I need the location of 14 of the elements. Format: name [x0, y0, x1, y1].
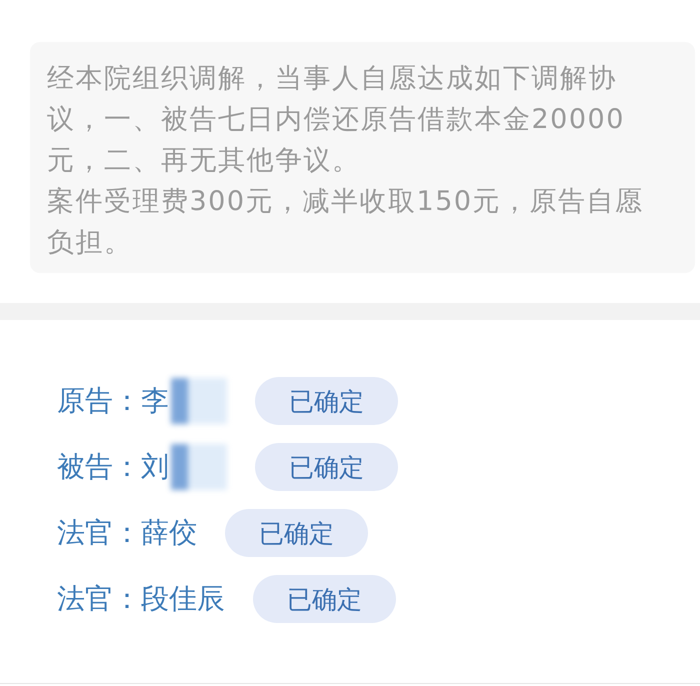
- party-name: 段佳辰: [141, 581, 225, 617]
- mediation-paragraph: 案件受理费300元，减半收取150元，原告自愿负担。: [47, 185, 645, 260]
- party-name: 薛佼: [141, 515, 197, 551]
- status-badge: 已确定: [255, 443, 398, 491]
- party-name: 李: [141, 383, 169, 419]
- status-badge: 已确定: [225, 509, 368, 557]
- party-role: 法官：: [57, 581, 141, 617]
- party-role: 原告：: [57, 383, 141, 419]
- party-role: 法官：: [57, 515, 141, 551]
- mediation-paragraph: 经本院组织调解，当事人自愿达成如下调解协议，一、被告七日内偿还原告借款本金20000元，二、再无其他争议。: [47, 62, 626, 178]
- status-badge: 已确定: [255, 377, 398, 425]
- status-badge: 已确定: [253, 575, 396, 623]
- party-role: 被告：: [57, 449, 141, 485]
- party-name: 刘: [141, 449, 169, 485]
